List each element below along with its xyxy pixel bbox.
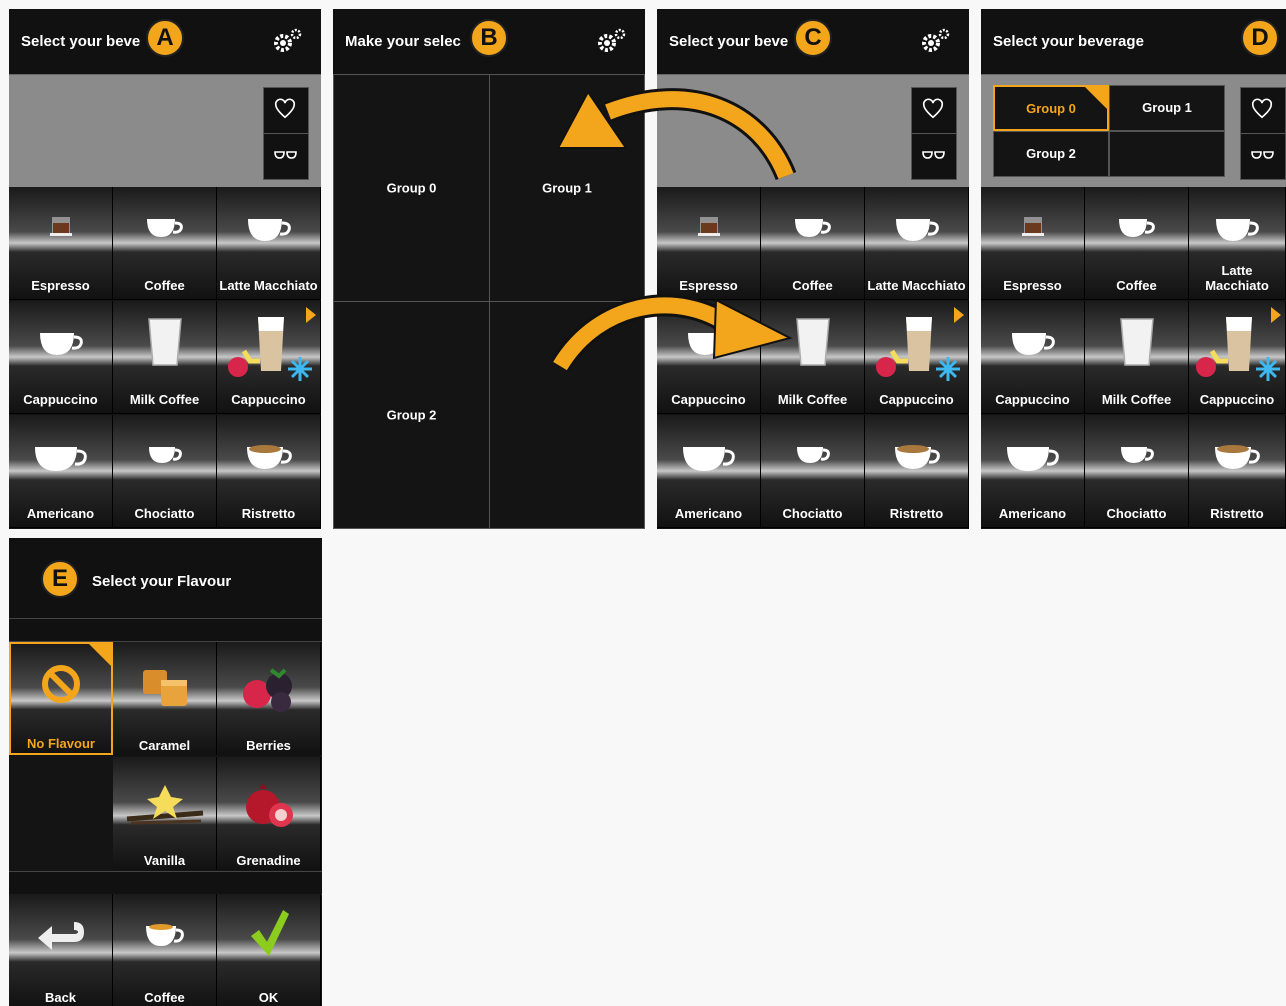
- flow-arrows: [550, 88, 797, 373]
- arrow-head-right: [712, 298, 793, 360]
